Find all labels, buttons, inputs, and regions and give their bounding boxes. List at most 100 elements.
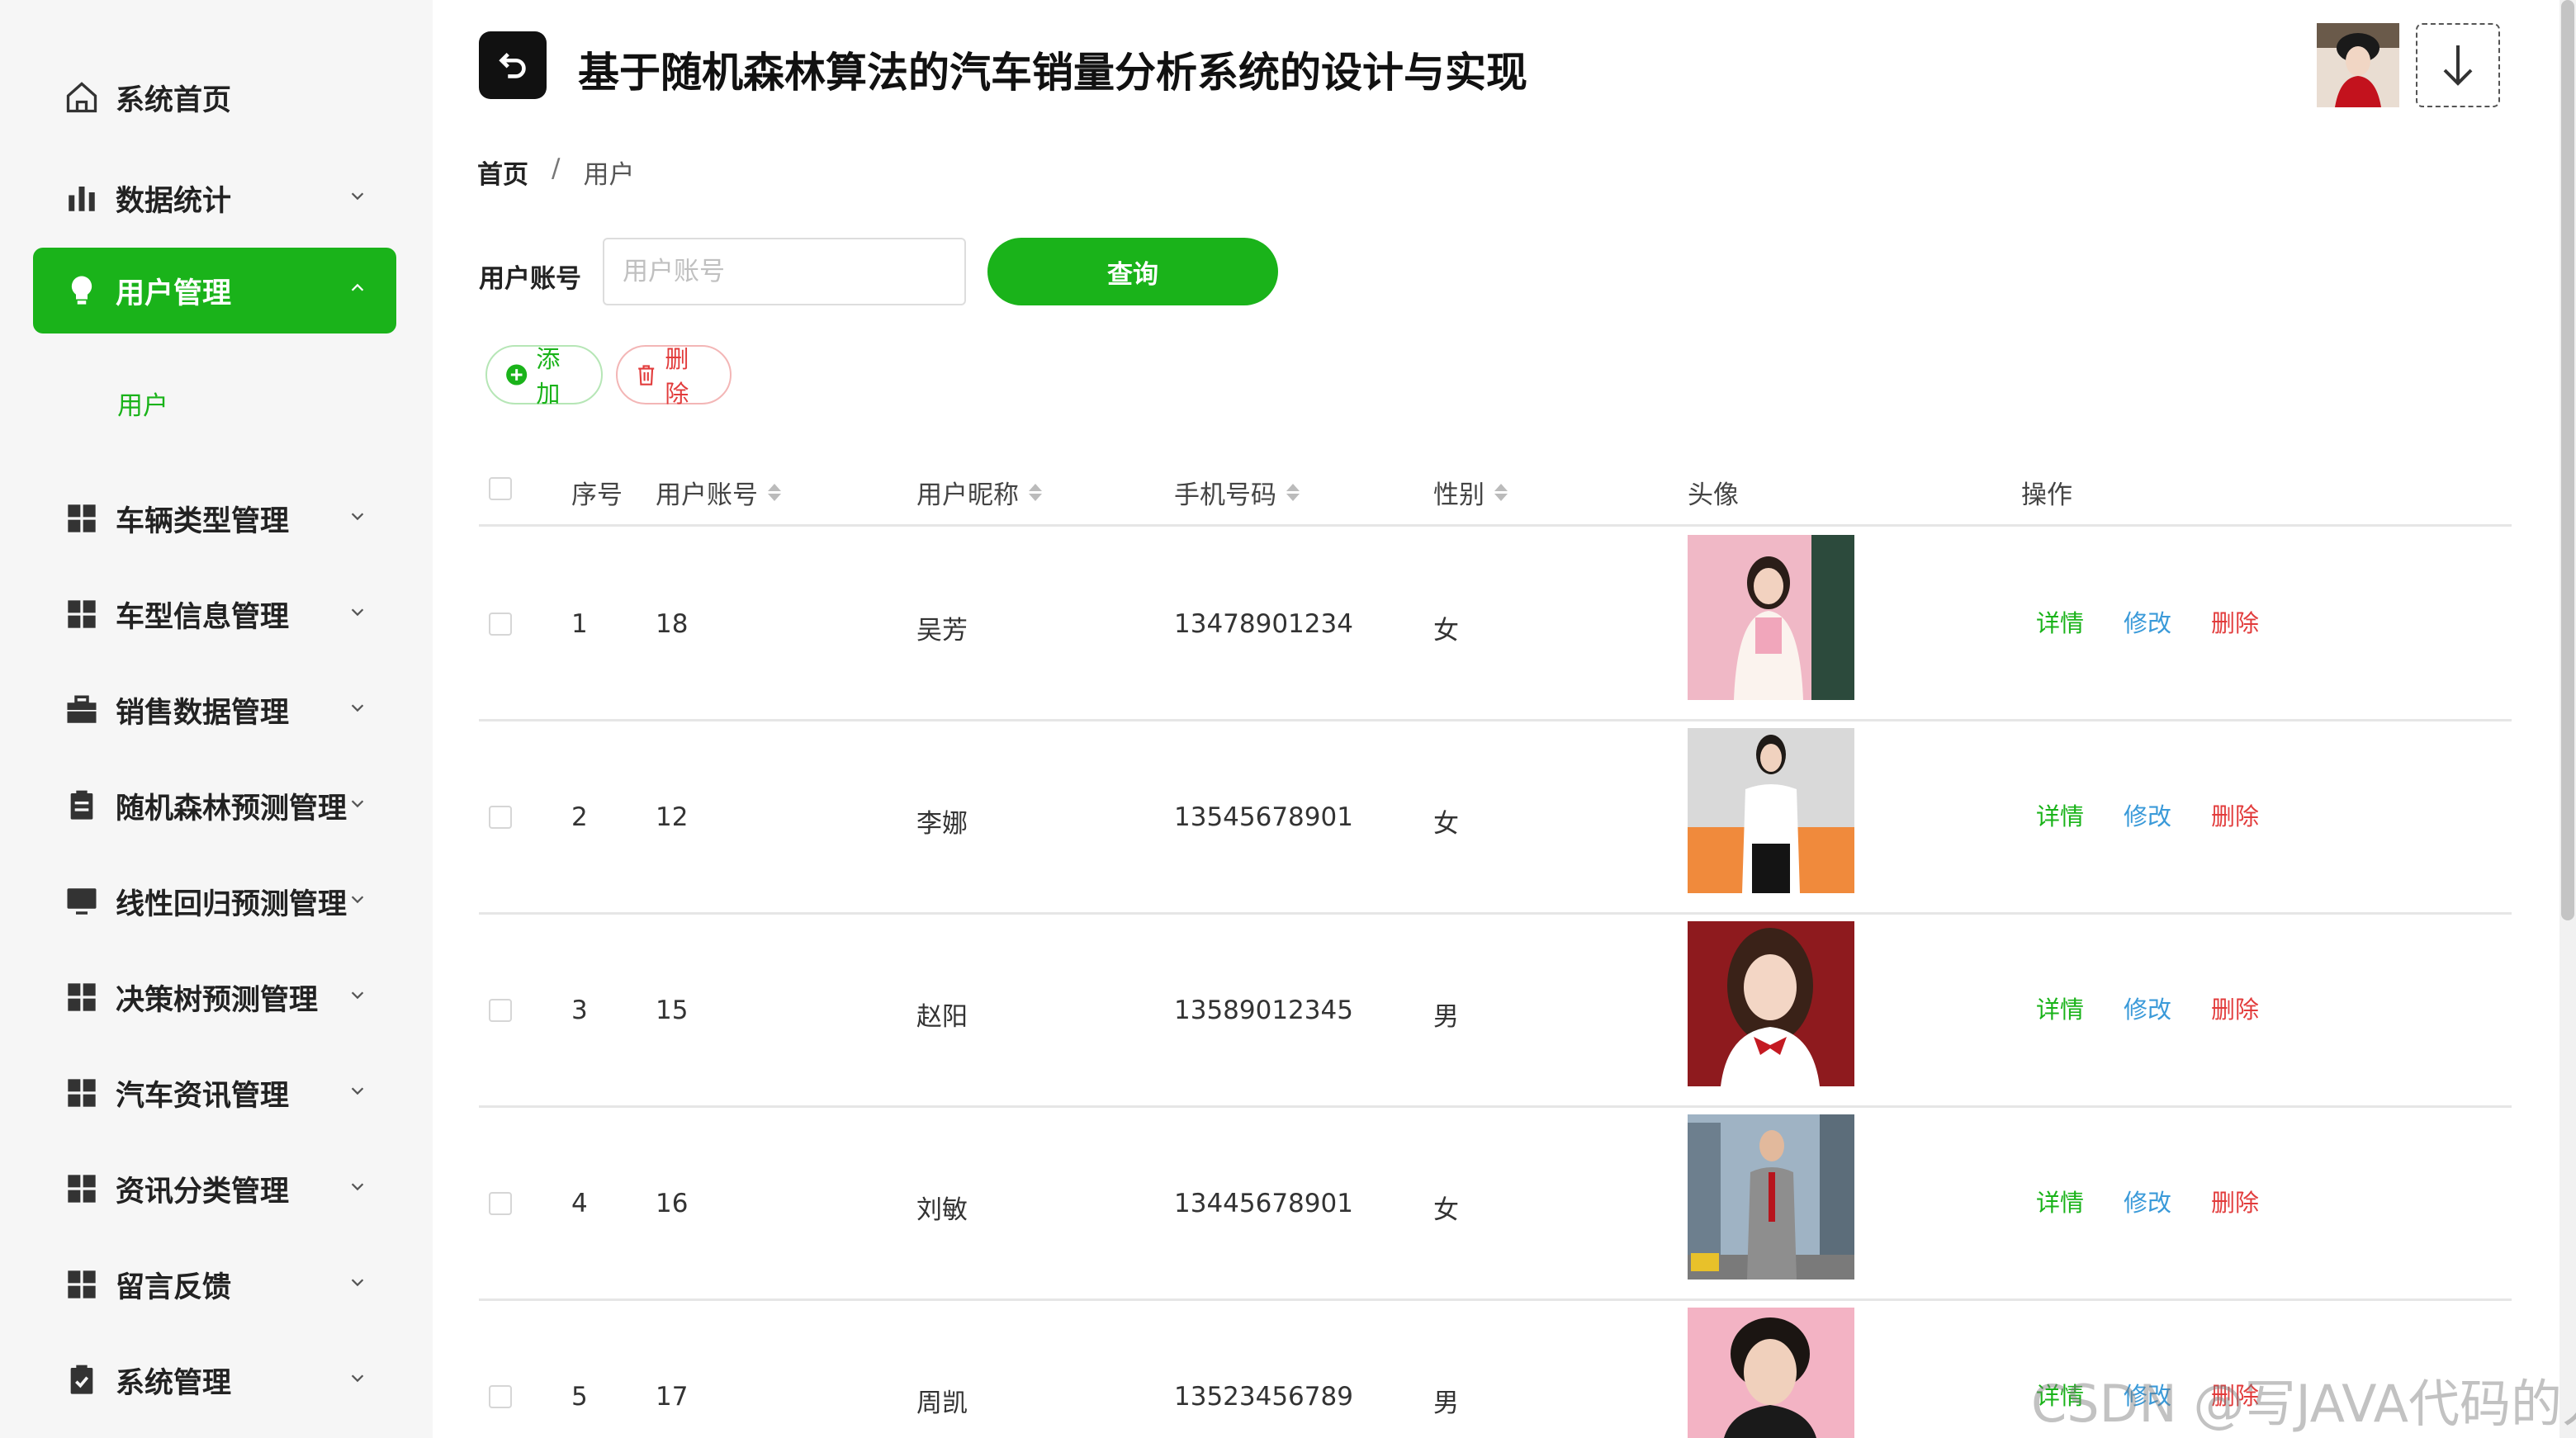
sidebar-item-statistics[interactable]: 数据统计	[33, 155, 396, 241]
sidebar-item-sales-data[interactable]: 销售数据管理	[33, 667, 396, 753]
sidebar-item-label: 决策树预测管理	[116, 983, 319, 1017]
download-button[interactable]	[2416, 23, 2500, 107]
cell-index: 2	[571, 802, 588, 832]
row-checkbox[interactable]	[489, 806, 512, 829]
sidebar-item-label: 用户管理	[116, 277, 232, 310]
delete-button[interactable]: 删除	[616, 345, 732, 408]
cell-phone: 13589012345	[1174, 996, 1353, 1025]
chevron-down-icon	[351, 704, 364, 712]
add-button-label: 添加	[536, 345, 561, 408]
grid-icon	[63, 499, 101, 537]
clipboard-check-icon	[63, 1361, 101, 1399]
sort-icon[interactable]	[1286, 484, 1300, 501]
clipboard-icon	[63, 787, 101, 825]
cell-gender: 女	[1433, 809, 1459, 839]
table-row: 2 12 李娜 13545678901 女 详情 修改 删除	[479, 721, 2512, 915]
back-button[interactable]	[479, 31, 547, 99]
row-checkbox[interactable]	[489, 999, 512, 1022]
sidebar-item-label: 车辆类型管理	[116, 504, 290, 538]
cell-phone: 13523456789	[1174, 1382, 1353, 1412]
cell-index: 4	[571, 1189, 588, 1218]
cell-index: 5	[571, 1382, 588, 1412]
sort-icon[interactable]	[768, 484, 781, 501]
chevron-down-icon	[351, 608, 364, 617]
search-label: 用户账号	[479, 264, 581, 294]
table-row: 1 18 吴芳 13478901234 女 详情 修改 删除	[479, 528, 2512, 721]
grid-icon	[63, 1265, 101, 1303]
edit-link[interactable]: 修改	[2124, 991, 2171, 1025]
edit-link[interactable]: 修改	[2124, 604, 2171, 639]
sidebar-subitem-user[interactable]: 用户	[117, 385, 168, 422]
header-gender[interactable]: 性别	[1433, 474, 1508, 511]
sidebar-item-vehicle-types[interactable]: 车辆类型管理	[33, 475, 396, 561]
delete-link[interactable]: 删除	[2211, 797, 2259, 832]
sidebar-item-home[interactable]: 系统首页	[33, 54, 396, 140]
add-button[interactable]: 添加	[485, 345, 603, 408]
chevron-down-icon	[351, 1183, 364, 1191]
user-photo[interactable]	[1688, 1308, 1854, 1438]
sidebar-item-label: 系统首页	[116, 83, 232, 117]
cell-phone: 13545678901	[1174, 802, 1353, 832]
breadcrumb: 首页 / 用户	[477, 154, 634, 191]
user-photo[interactable]	[1688, 1114, 1854, 1280]
detail-link[interactable]: 详情	[2036, 797, 2084, 832]
sidebar-item-news-category[interactable]: 资讯分类管理	[33, 1146, 396, 1232]
table-row: 4 16 刘敏 13445678901 女 详情 修改 删除	[479, 1108, 2512, 1301]
sidebar-item-feedback[interactable]: 留言反馈	[33, 1242, 396, 1327]
delete-link[interactable]: 删除	[2211, 991, 2259, 1025]
user-photo[interactable]	[1688, 535, 1854, 700]
edit-link[interactable]: 修改	[2124, 1184, 2171, 1218]
account-search-input[interactable]	[603, 238, 966, 305]
cell-nickname: 吴芳	[916, 616, 968, 646]
sidebar-item-label: 留言反馈	[116, 1270, 232, 1304]
detail-link[interactable]: 详情	[2036, 604, 2084, 639]
sidebar-item-label: 销售数据管理	[116, 696, 290, 730]
breadcrumb-home[interactable]: 首页	[477, 154, 528, 191]
chevron-down-icon	[351, 513, 364, 521]
cell-nickname: 周凯	[916, 1388, 968, 1418]
row-checkbox[interactable]	[489, 1385, 512, 1408]
table-header: 序号 用户账号 用户昵称 手机号码 性别 头像 操作	[479, 446, 2512, 527]
row-checkbox[interactable]	[489, 613, 512, 636]
sidebar-item-users[interactable]: 用户管理	[33, 248, 396, 333]
header-avatar: 头像	[1688, 480, 1739, 510]
chevron-up-icon	[351, 283, 364, 291]
sidebar-item-label: 数据统计	[116, 184, 232, 218]
header-account[interactable]: 用户账号	[656, 474, 781, 511]
cell-account: 15	[656, 996, 689, 1025]
delete-link[interactable]: 删除	[2211, 604, 2259, 639]
sidebar-item-label: 系统管理	[116, 1366, 232, 1400]
cell-gender: 男	[1433, 1002, 1459, 1032]
search-button[interactable]: 查询	[987, 238, 1278, 305]
sort-icon[interactable]	[1029, 484, 1042, 501]
sidebar-item-lr-prediction[interactable]: 线性回归预测管理	[33, 859, 396, 944]
detail-link[interactable]: 详情	[2036, 1184, 2084, 1218]
chevron-down-icon	[351, 991, 364, 1000]
detail-link[interactable]: 详情	[2036, 991, 2084, 1025]
chevron-down-icon	[351, 1087, 364, 1095]
select-all-checkbox[interactable]	[489, 477, 512, 500]
header-nickname[interactable]: 用户昵称	[916, 474, 1042, 511]
cell-gender: 女	[1433, 1195, 1459, 1225]
grid-icon	[63, 595, 101, 633]
user-photo[interactable]	[1688, 921, 1854, 1086]
edit-link[interactable]: 修改	[2124, 797, 2171, 832]
user-photo[interactable]	[1688, 728, 1854, 893]
sidebar-item-car-news[interactable]: 汽车资讯管理	[33, 1050, 396, 1136]
sidebar-item-dt-prediction[interactable]: 决策树预测管理	[33, 954, 396, 1040]
sidebar-item-system[interactable]: 系统管理	[33, 1337, 396, 1423]
delete-link[interactable]: 删除	[2211, 1184, 2259, 1218]
monitor-icon	[63, 882, 101, 920]
cell-phone: 13445678901	[1174, 1189, 1353, 1218]
sidebar-item-rf-prediction[interactable]: 随机森林预测管理	[33, 763, 396, 849]
breadcrumb-current: 用户	[583, 160, 635, 190]
sort-icon[interactable]	[1494, 484, 1508, 501]
briefcase-icon	[63, 691, 101, 729]
grid-icon	[63, 978, 101, 1016]
scrollbar-thumb[interactable]	[2561, 0, 2574, 920]
sidebar-item-model-info[interactable]: 车型信息管理	[33, 571, 396, 657]
header-phone[interactable]: 手机号码	[1174, 474, 1300, 511]
avatar[interactable]	[2317, 23, 2399, 107]
sidebar-item-label: 资讯分类管理	[116, 1175, 290, 1209]
row-checkbox[interactable]	[489, 1192, 512, 1215]
